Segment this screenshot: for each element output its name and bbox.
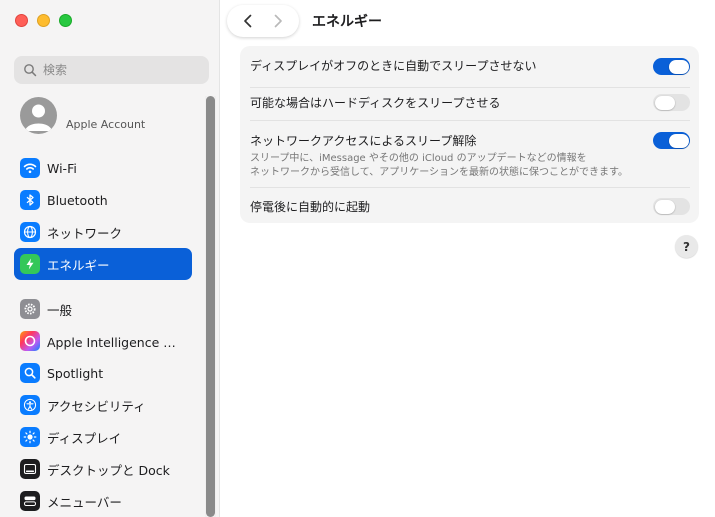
window-controls [15, 14, 72, 27]
sidebar-item-desktop-dock[interactable]: デスクトップと Dock [14, 453, 192, 485]
sidebar-item-label: ネットワーク [47, 225, 123, 241]
divider [250, 187, 690, 188]
divider [250, 87, 690, 88]
search-icon [24, 64, 37, 77]
zoom-button[interactable] [59, 14, 72, 27]
setting-description: スリープ中に、iMessage やその他の iCloud のアップデートなどの情… [250, 152, 690, 180]
sidebar-item-label: Wi-Fi [47, 160, 77, 176]
sidebar-item-label: ディスプレイ [47, 430, 122, 446]
divider [250, 120, 690, 121]
search-field[interactable] [14, 56, 209, 84]
setting-wake-network: ネットワークアクセスによるスリープ解除 スリープ中に、iMessage やその他… [250, 132, 690, 180]
setting-label: ディスプレイがオフのときに自動でスリープさせない [250, 59, 537, 73]
spotlight-icon [20, 363, 40, 383]
sidebar-item-label: アクセシビリティ [47, 398, 146, 414]
sidebar-item-general[interactable]: 一般 [14, 293, 192, 325]
avatar [20, 97, 57, 134]
sidebar-scrollbar[interactable] [205, 96, 216, 517]
help-button[interactable]: ? [675, 235, 698, 258]
display-brightness-icon [20, 427, 40, 447]
history-nav [227, 5, 299, 37]
wake-network-toggle[interactable] [653, 132, 690, 149]
sidebar-item-apple-intelligence[interactable]: Apple Intelligence と… [14, 325, 192, 357]
sidebar: Apple Account Wi-Fi Bluetooth ネットワーク [0, 0, 220, 517]
dock-icon [20, 459, 40, 479]
chevron-right-icon [274, 14, 282, 28]
sidebar-item-label: エネルギー [47, 257, 110, 273]
toolbar: エネルギー [221, 0, 715, 44]
sidebar-item-label: デスクトップと Dock [47, 462, 170, 478]
page-title: エネルギー [312, 14, 382, 30]
bolt-icon [20, 254, 40, 274]
bluetooth-icon [20, 190, 40, 210]
wifi-icon [20, 158, 40, 178]
setting-label: 可能な場合はハードディスクをスリープさせる [250, 96, 501, 110]
sidebar-item-energy[interactable]: エネルギー [14, 248, 192, 280]
globe-icon [20, 222, 40, 242]
sidebar-nav: Wi-Fi Bluetooth ネットワーク エネルギー 一般 Apple In… [14, 152, 192, 517]
accessibility-icon [20, 395, 40, 415]
setting-prevent-sleep: ディスプレイがオフのときに自動でスリープさせない [250, 57, 690, 75]
sidebar-item-spotlight[interactable]: Spotlight [14, 357, 192, 389]
setting-description-line: ネットワークから受信して、アプリケーションを最新の状態に保つことができます。 [250, 167, 628, 178]
person-icon [25, 104, 52, 131]
menubar-icon [20, 491, 40, 511]
apple-account[interactable]: Apple Account [20, 97, 145, 134]
setting-label: 停電後に自動的に起動 [250, 200, 371, 214]
back-button[interactable] [236, 9, 260, 33]
account-label: Apple Account [66, 118, 146, 131]
scrollbar-thumb[interactable] [206, 96, 215, 517]
restart-power-failure-toggle[interactable] [653, 198, 690, 215]
prevent-sleep-toggle[interactable] [653, 58, 690, 75]
sidebar-item-menubar[interactable]: メニューバー [14, 485, 192, 517]
forward-button[interactable] [266, 9, 290, 33]
sidebar-item-label: Apple Intelligence と… [47, 334, 187, 350]
sidebar-item-label: Spotlight [47, 365, 104, 381]
settings-window: Apple Account Wi-Fi Bluetooth ネットワーク [0, 0, 715, 517]
apple-intelligence-icon [20, 331, 40, 351]
energy-settings-panel: ディスプレイがオフのときに自動でスリープさせない 可能な場合はハードディスクをス… [240, 46, 699, 223]
setting-restart-power-failure: 停電後に自動的に起動 [250, 198, 690, 215]
sidebar-item-label: Bluetooth [47, 192, 108, 208]
minimize-button[interactable] [37, 14, 50, 27]
close-button[interactable] [15, 14, 28, 27]
sidebar-item-accessibility[interactable]: アクセシビリティ [14, 389, 192, 421]
chevron-left-icon [244, 14, 252, 28]
sidebar-item-wifi[interactable]: Wi-Fi [14, 152, 192, 184]
sidebar-item-bluetooth[interactable]: Bluetooth [14, 184, 192, 216]
sidebar-item-display[interactable]: ディスプレイ [14, 421, 192, 453]
setting-description-line: スリープ中に、iMessage やその他の iCloud のアップデートなどの情… [250, 153, 587, 164]
setting-disk-sleep: 可能な場合はハードディスクをスリープさせる [250, 94, 690, 111]
disk-sleep-toggle[interactable] [653, 94, 690, 111]
sidebar-item-label: 一般 [47, 302, 73, 318]
setting-label: ネットワークアクセスによるスリープ解除 [250, 134, 477, 148]
sidebar-item-network[interactable]: ネットワーク [14, 216, 192, 248]
sidebar-item-label: メニューバー [47, 494, 122, 510]
gear-icon [20, 299, 40, 319]
search-input[interactable] [43, 63, 193, 77]
